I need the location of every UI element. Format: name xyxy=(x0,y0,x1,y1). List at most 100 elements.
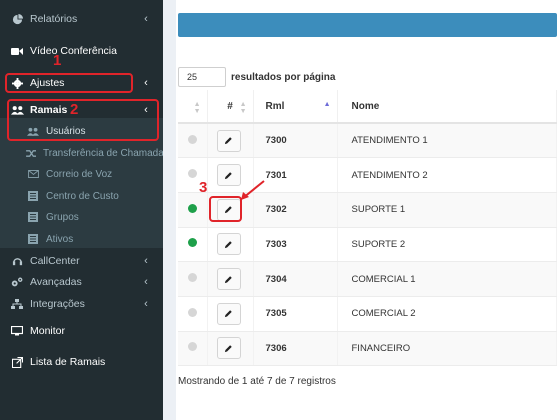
pencil-icon xyxy=(224,310,232,318)
status-indicator xyxy=(187,342,197,352)
chevron-left-icon: ‹ xyxy=(144,13,148,25)
sort-icon: ▲ ▼ xyxy=(193,101,201,115)
annotation-arrow-icon xyxy=(241,180,265,200)
status-cell xyxy=(178,123,208,159)
edit-cell xyxy=(207,331,254,367)
list-icon xyxy=(26,191,40,201)
nome-cell: COMERCIAL 2 xyxy=(337,296,557,332)
page-size-select[interactable]: 25 xyxy=(178,67,226,87)
nome-cell: ATENDIMENTO 2 xyxy=(337,157,557,193)
nome-cell: SUPORTE 1 xyxy=(337,192,557,228)
sidebar-subitem-correio-de-voz[interactable]: Correio de Voz xyxy=(0,163,163,185)
rml-cell: 7303 xyxy=(253,227,338,263)
pie-chart-icon xyxy=(10,13,24,25)
external-link-icon xyxy=(10,356,24,368)
column-header-nome[interactable]: Nome xyxy=(337,90,557,124)
rml-cell: 7306 xyxy=(253,331,338,367)
rml-cell: 7304 xyxy=(253,261,338,297)
rml-cell: 7300 xyxy=(253,123,338,159)
annotation-number-2: 2 xyxy=(70,101,79,118)
ramais-table: ▲ ▼ # ▲ ▼ Rml ▲ Nome 7300 ATENDIMENTO 1 7301 AT… xyxy=(178,90,557,367)
sidebar-subitem-transferencia[interactable]: Transferência de Chamadas xyxy=(0,142,169,164)
status-indicator xyxy=(187,238,197,248)
status-indicator xyxy=(187,169,197,179)
edit-cell xyxy=(207,227,254,263)
sidebar-item-relatorios[interactable]: Relatórios ‹ xyxy=(0,8,163,30)
sort-asc-icon: ▲ xyxy=(323,101,331,108)
list-icon xyxy=(26,234,40,244)
table-header-row: ▲ ▼ # ▲ ▼ Rml ▲ Nome xyxy=(178,90,557,124)
sidebar-item-label: Avançadas xyxy=(30,276,82,288)
video-camera-icon xyxy=(10,47,24,56)
sidebar-item-monitor[interactable]: Monitor xyxy=(0,320,163,342)
sidebar-item-label: Vídeo Conferência xyxy=(30,45,117,57)
pencil-icon xyxy=(224,241,232,249)
edit-button[interactable] xyxy=(216,233,241,256)
pencil-icon xyxy=(224,275,232,283)
table-row: 7301 ATENDIMENTO 2 xyxy=(178,157,557,193)
status-cell xyxy=(178,331,208,367)
edit-button[interactable] xyxy=(216,337,241,360)
table-row: 7303 SUPORTE 2 xyxy=(178,227,557,263)
sidebar-item-video-conferencia[interactable]: Vídeo Conferência xyxy=(0,40,163,62)
nome-cell: FINANCEIRO xyxy=(337,331,557,367)
status-indicator xyxy=(187,307,197,317)
edit-button[interactable] xyxy=(216,302,241,325)
rml-cell: 7305 xyxy=(253,296,338,332)
sidebar-item-label: CallCenter xyxy=(30,255,80,267)
sidebar-item-callcenter[interactable]: CallCenter ‹ xyxy=(0,250,163,272)
sort-icon: ▲ ▼ xyxy=(239,101,247,115)
sidebar-item-label: Monitor xyxy=(30,325,66,337)
table-row: 7300 ATENDIMENTO 1 xyxy=(178,123,557,159)
column-header-status[interactable]: ▲ ▼ xyxy=(178,90,208,124)
table-row: 7304 COMERCIAL 1 xyxy=(178,261,557,297)
status-cell xyxy=(178,192,208,228)
chevron-left-icon: ‹ xyxy=(144,77,148,89)
nome-cell: COMERCIAL 1 xyxy=(337,261,557,297)
table-row: 7305 COMERCIAL 2 xyxy=(178,296,557,332)
chevron-left-icon: ‹ xyxy=(144,255,148,267)
edit-button[interactable] xyxy=(216,268,241,291)
edit-button[interactable] xyxy=(216,164,241,187)
sidebar-subitem-ativos[interactable]: Ativos xyxy=(0,228,163,250)
sidebar-subitem-grupos[interactable]: Grupos xyxy=(0,206,163,228)
page-size-control: 25 resultados por página xyxy=(178,67,335,87)
sitemap-icon xyxy=(10,299,24,309)
edit-cell xyxy=(207,123,254,159)
annotation-number-1: 1 xyxy=(53,52,62,69)
sidebar-item-label: Centro de Custo xyxy=(46,190,119,202)
sidebar-item-label: Integrações xyxy=(30,298,85,310)
cogs-icon xyxy=(10,277,24,288)
pencil-icon xyxy=(224,345,232,353)
headset-icon xyxy=(10,256,24,267)
status-cell xyxy=(178,296,208,332)
sidebar-item-integracoes[interactable]: Integrações ‹ xyxy=(0,293,163,315)
sidebar-item-label: Correio de Voz xyxy=(46,168,113,180)
page-size-label: resultados por página xyxy=(231,71,336,83)
table-info: Mostrando de 1 até 7 de 7 registros xyxy=(178,376,336,387)
edit-button[interactable] xyxy=(216,129,241,152)
annotation-box-ajustes xyxy=(5,73,133,93)
sidebar: Relatórios ‹ Vídeo Conferência Ajustes ‹… xyxy=(0,0,169,420)
sidebar-item-lista-de-ramais[interactable]: Lista de Ramais xyxy=(0,351,163,373)
chevron-left-icon: ‹ xyxy=(144,298,148,310)
sidebar-item-label: Transferência de Chamadas xyxy=(43,147,169,159)
edit-cell xyxy=(207,261,254,297)
pencil-icon xyxy=(224,137,232,145)
edit-cell xyxy=(207,296,254,332)
nome-cell: SUPORTE 2 xyxy=(337,227,557,263)
annotation-number-3: 3 xyxy=(199,179,208,196)
status-indicator xyxy=(187,273,197,283)
page-size-value: 25 xyxy=(187,72,198,82)
status-indicator xyxy=(187,134,197,144)
sidebar-subitem-centro-de-custo[interactable]: Centro de Custo xyxy=(0,185,163,207)
column-header-edit[interactable]: # ▲ ▼ xyxy=(207,90,254,124)
nome-cell: ATENDIMENTO 1 xyxy=(337,123,557,159)
sidebar-item-label: Lista de Ramais xyxy=(30,356,106,368)
random-icon xyxy=(26,149,37,158)
table-row: 7306 FINANCEIRO xyxy=(178,331,557,367)
sidebar-item-label: Relatórios xyxy=(30,13,78,25)
status-cell xyxy=(178,261,208,297)
sidebar-item-avancadas[interactable]: Avançadas ‹ xyxy=(0,271,163,293)
column-header-rml[interactable]: Rml ▲ xyxy=(253,90,338,124)
